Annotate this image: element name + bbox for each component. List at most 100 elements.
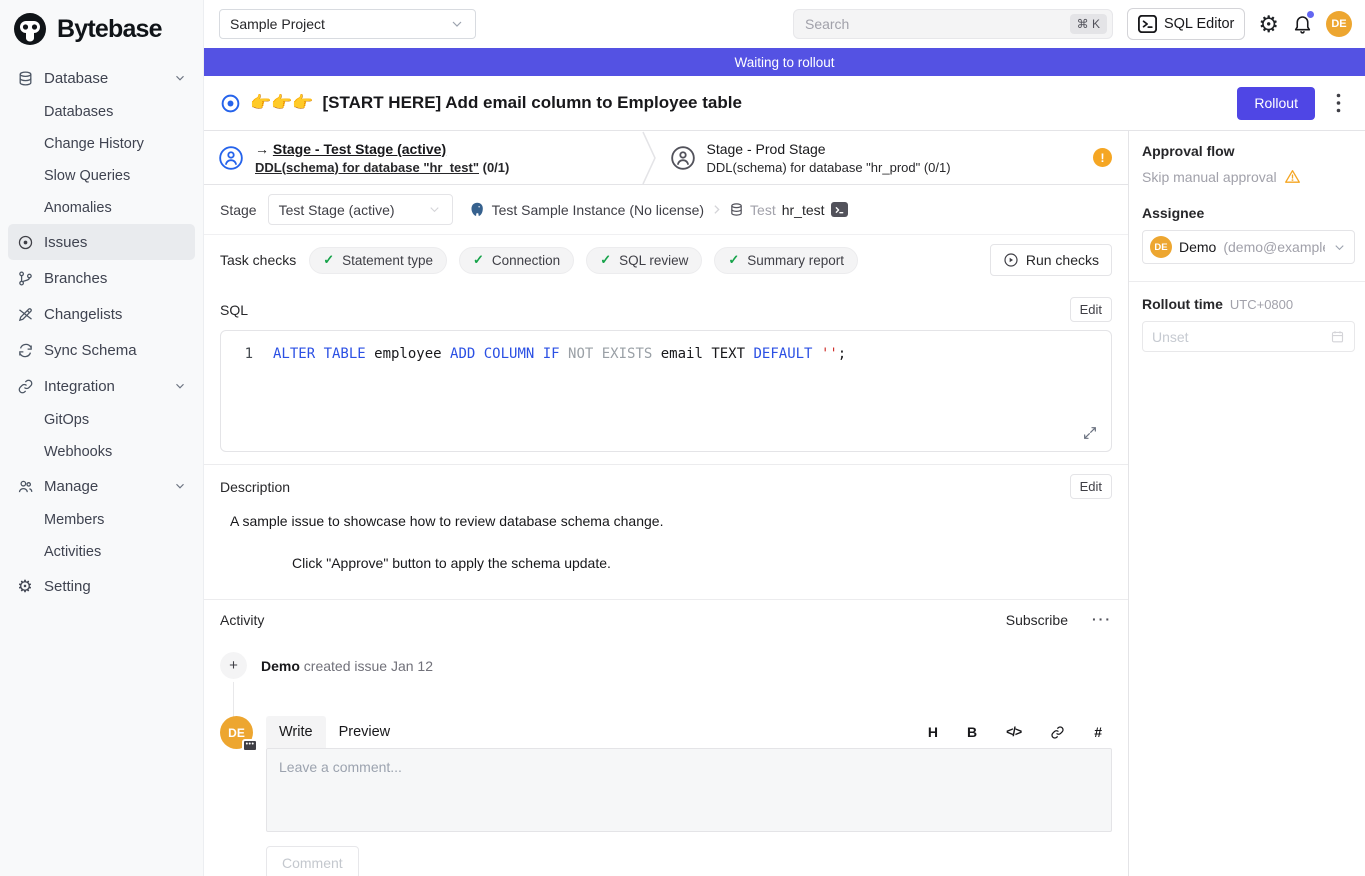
comment-input[interactable]: [266, 748, 1112, 832]
sidebar-item-anomalies[interactable]: Anomalies: [8, 192, 195, 224]
check-pill-sql-review[interactable]: ✓SQL review: [586, 247, 702, 274]
subscribe-button[interactable]: Subscribe: [1006, 612, 1068, 628]
sidebar-item-setting[interactable]: ⚙ Setting: [8, 568, 195, 604]
chevron-down-icon: [173, 379, 187, 393]
sql-editor-button[interactable]: SQL Editor: [1127, 8, 1245, 40]
sidebar-item-sync-schema[interactable]: Sync Schema: [8, 332, 195, 368]
comment-submit-button[interactable]: Comment: [266, 846, 359, 876]
activity-title: Activity: [220, 612, 264, 628]
chevron-down-icon: [427, 202, 442, 217]
assignee-select[interactable]: DE Demo (demo@example: [1142, 230, 1355, 264]
hash-format-icon[interactable]: #: [1094, 724, 1102, 740]
check-pill-statement-type[interactable]: ✓Statement type: [309, 247, 447, 274]
sql-editor-label: SQL Editor: [1164, 16, 1234, 32]
chevron-down-icon: [449, 16, 465, 32]
sidebar-item-integration[interactable]: Integration: [8, 368, 195, 404]
link-icon: [16, 378, 34, 395]
sidebar-item-label: Sync Schema: [44, 342, 137, 359]
sidebar-item-label: Activities: [44, 544, 101, 560]
database-breadcrumb: Test Sample Instance (No license) Test h…: [469, 201, 848, 218]
sidebar-item-changelists[interactable]: Changelists: [8, 296, 195, 332]
assignee-email: (demo@example: [1223, 239, 1325, 255]
description-text: A sample issue to showcase how to review…: [220, 513, 1112, 529]
sidebar-item-manage[interactable]: Manage: [8, 468, 195, 504]
sidebar-item-label: GitOps: [44, 412, 89, 428]
settings-gear-icon[interactable]: ⚙: [1258, 13, 1279, 36]
stage-card-prod[interactable]: Stage - Prod Stage DDL(schema) for datab…: [656, 131, 1094, 184]
check-pass-icon: ✓: [600, 252, 611, 268]
sidebar-item-label: Databases: [44, 104, 113, 120]
activity-entry-text: Demo created issue Jan 12: [261, 658, 433, 674]
panel-divider: [1129, 281, 1365, 282]
sidebar-item-branches[interactable]: Branches: [8, 260, 195, 296]
bold-format-icon[interactable]: B: [967, 724, 977, 740]
project-select-value: Sample Project: [230, 16, 325, 32]
tab-write[interactable]: Write: [266, 716, 326, 748]
activity-timeline: + Demo created issue Jan 12 DE ••• Write: [220, 652, 1112, 876]
expand-icon[interactable]: [1082, 425, 1098, 441]
database-icon: [16, 70, 34, 87]
sql-edit-button[interactable]: Edit: [1070, 297, 1112, 322]
database-link[interactable]: hr_test: [782, 202, 825, 218]
check-pill-connection[interactable]: ✓Connection: [459, 247, 574, 274]
sidebar-item-gitops[interactable]: GitOps: [8, 404, 195, 436]
open-sql-editor-icon[interactable]: [831, 202, 848, 217]
issue-title-emoji: 👉👉👉: [250, 93, 314, 113]
search-shortcut-badge: ⌘ K: [1070, 14, 1107, 34]
rollout-time-input[interactable]: Unset: [1142, 321, 1355, 352]
stage-card-test[interactable]: → Stage - Test Stage (active) DDL(schema…: [204, 131, 642, 184]
sidebar-item-label: Branches: [44, 270, 107, 287]
heading-format-icon[interactable]: H: [928, 724, 938, 740]
sidebar-item-databases[interactable]: Databases: [8, 96, 195, 128]
database-icon: [729, 202, 744, 217]
sidebar-item-activities[interactable]: Activities: [8, 536, 195, 568]
gear-icon: ⚙: [16, 578, 34, 595]
sidebar-item-webhooks[interactable]: Webhooks: [8, 436, 195, 468]
plus-icon: +: [220, 652, 247, 679]
kebab-menu-icon[interactable]: [1336, 93, 1341, 113]
sidebar-item-change-history[interactable]: Change History: [8, 128, 195, 160]
activity-menu-icon[interactable]: ···: [1092, 617, 1112, 623]
check-pill-summary-report[interactable]: ✓Summary report: [714, 247, 858, 274]
assignee-avatar: DE: [1150, 236, 1172, 258]
warning-badge: !: [1093, 148, 1112, 167]
project-select[interactable]: Sample Project: [219, 9, 476, 39]
user-avatar[interactable]: DE: [1326, 11, 1352, 37]
sidebar-item-label: Issues: [44, 234, 87, 251]
sidebar-item-label: Members: [44, 512, 104, 528]
link-format-icon[interactable]: [1050, 725, 1065, 740]
rollout-time-title: Rollout time: [1142, 296, 1223, 312]
sidebar-item-label: Anomalies: [44, 200, 112, 216]
brand-logo[interactable]: Bytebase: [0, 0, 203, 54]
chevron-down-icon: [1332, 240, 1347, 255]
description-text: Click "Approve" button to apply the sche…: [220, 555, 1112, 571]
sql-editor: 1ALTER TABLE employee ADD COLUMN IF NOT …: [220, 330, 1112, 452]
task-checks-row: Task checks ✓Statement type ✓Connection …: [204, 235, 1128, 285]
sql-section: SQL Edit 1ALTER TABLE employee ADD COLUM…: [204, 285, 1128, 458]
stage-separator: [642, 131, 656, 184]
issue-sidebar: Approval flow Skip manual approval Assig…: [1128, 131, 1365, 876]
run-checks-button[interactable]: Run checks: [990, 244, 1112, 276]
sidebar-item-issues[interactable]: Issues: [8, 224, 195, 260]
sidebar-item-slow-queries[interactable]: Slow Queries: [8, 160, 195, 192]
sidebar-item-label: Integration: [44, 378, 115, 395]
instance-link[interactable]: Test Sample Instance (No license): [492, 202, 704, 218]
check-pass-icon: ✓: [323, 252, 334, 268]
search-input[interactable]: [805, 16, 1070, 32]
stage-select-value: Test Stage (active): [279, 202, 395, 218]
activity-section: Activity Subscribe ··· + Demo created is…: [204, 600, 1128, 876]
stage-strip: → Stage - Test Stage (active) DDL(schema…: [204, 131, 1128, 185]
sidebar-item-label: Setting: [44, 578, 91, 595]
notifications-bell-icon[interactable]: [1292, 13, 1313, 35]
rollout-button[interactable]: Rollout: [1237, 87, 1315, 120]
code-format-icon[interactable]: </>: [1006, 725, 1021, 739]
stage-select[interactable]: Test Stage (active): [268, 194, 453, 225]
sync-icon: [16, 342, 34, 359]
sidebar-item-members[interactable]: Members: [8, 504, 195, 536]
sidebar-item-database[interactable]: Database: [8, 60, 195, 96]
tab-preview[interactable]: Preview: [326, 716, 404, 748]
search-box: ⌘ K: [793, 9, 1113, 39]
description-edit-button[interactable]: Edit: [1070, 474, 1112, 499]
issue-header: 👉👉👉 [START HERE] Add email column to Emp…: [204, 76, 1365, 131]
notification-dot: [1307, 11, 1314, 18]
